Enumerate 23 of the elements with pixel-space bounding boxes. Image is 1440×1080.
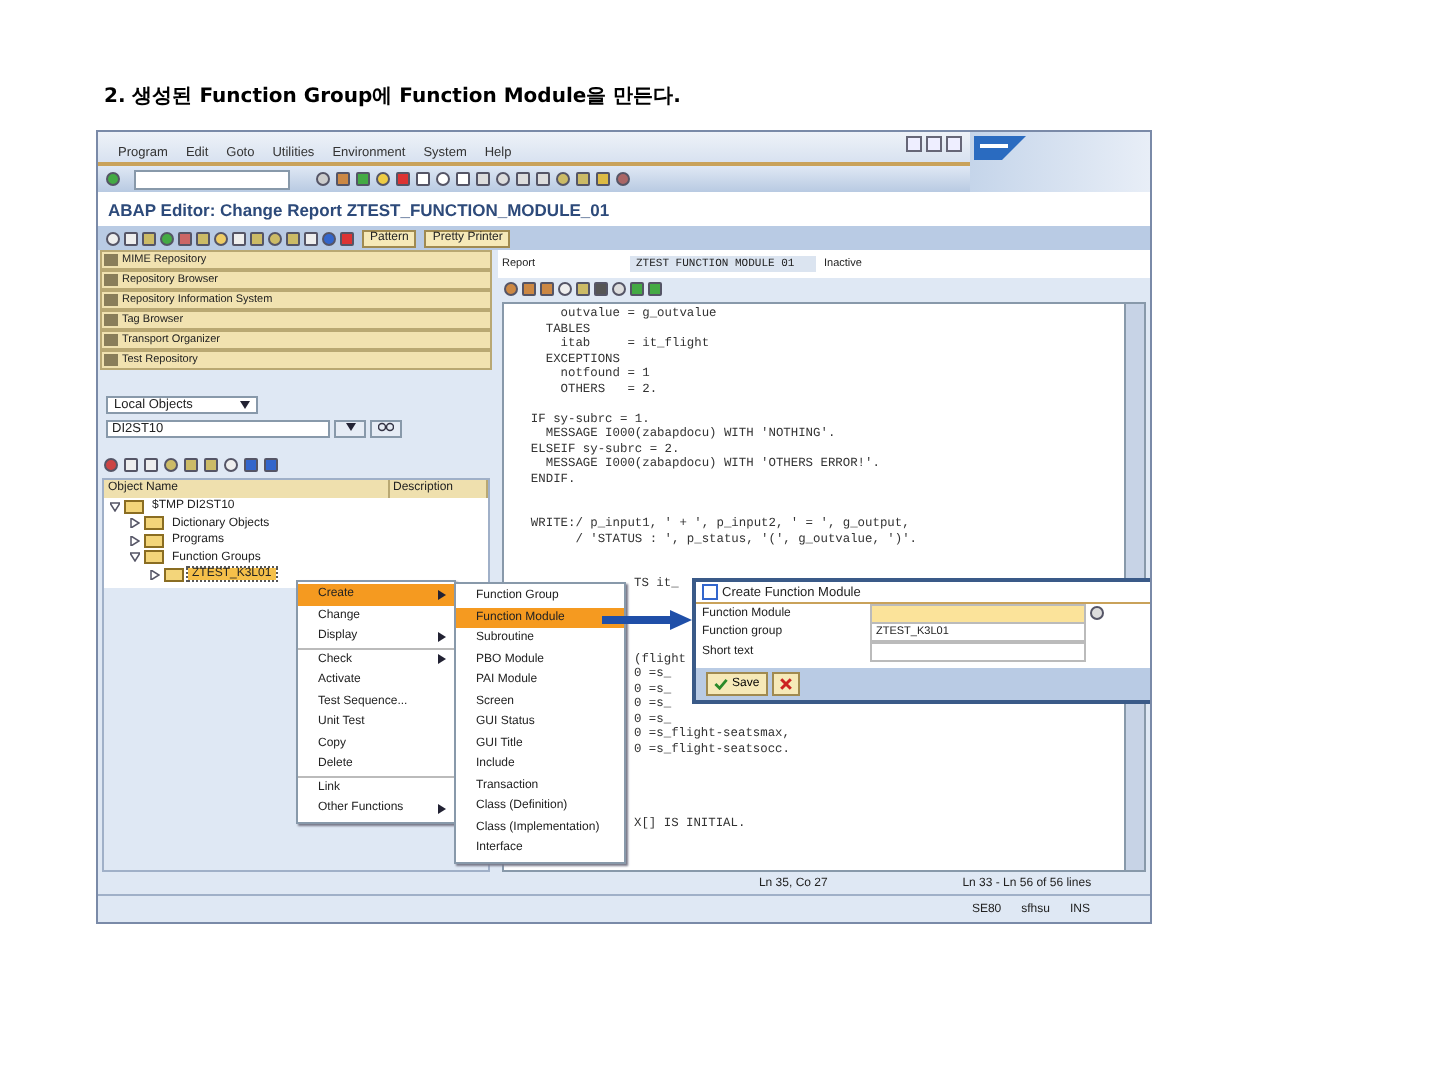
caret-icon [345, 422, 355, 432]
cancel-button[interactable] [771, 671, 800, 695]
close-icon [779, 677, 792, 689]
command-field[interactable] [134, 169, 290, 189]
dialog-icon [702, 584, 718, 600]
window-title: ABAP Editor: Change Report ZTEST_FUNCTION_MODULE_01 [98, 192, 1150, 226]
logo-icon [974, 136, 1026, 160]
dropdown-button[interactable] [334, 420, 366, 438]
dropdown-icon [240, 400, 250, 410]
arrow-icon [602, 610, 692, 630]
glasses-icon [378, 422, 394, 432]
heading: 2. 생성된 Function Group에 Function Module을 만든다. [104, 84, 683, 110]
expander-icon[interactable] [130, 552, 140, 563]
expander-icon[interactable] [130, 535, 140, 546]
search-help-icon[interactable] [1090, 606, 1104, 621]
display-button[interactable] [370, 420, 402, 438]
input-field[interactable] [870, 603, 1086, 624]
enter-icon[interactable] [106, 172, 120, 186]
expander-icon[interactable] [150, 569, 160, 580]
check-icon [714, 677, 728, 689]
expander-icon[interactable] [130, 518, 140, 529]
expander-icon[interactable] [110, 501, 120, 512]
input-field[interactable] [870, 641, 1086, 662]
